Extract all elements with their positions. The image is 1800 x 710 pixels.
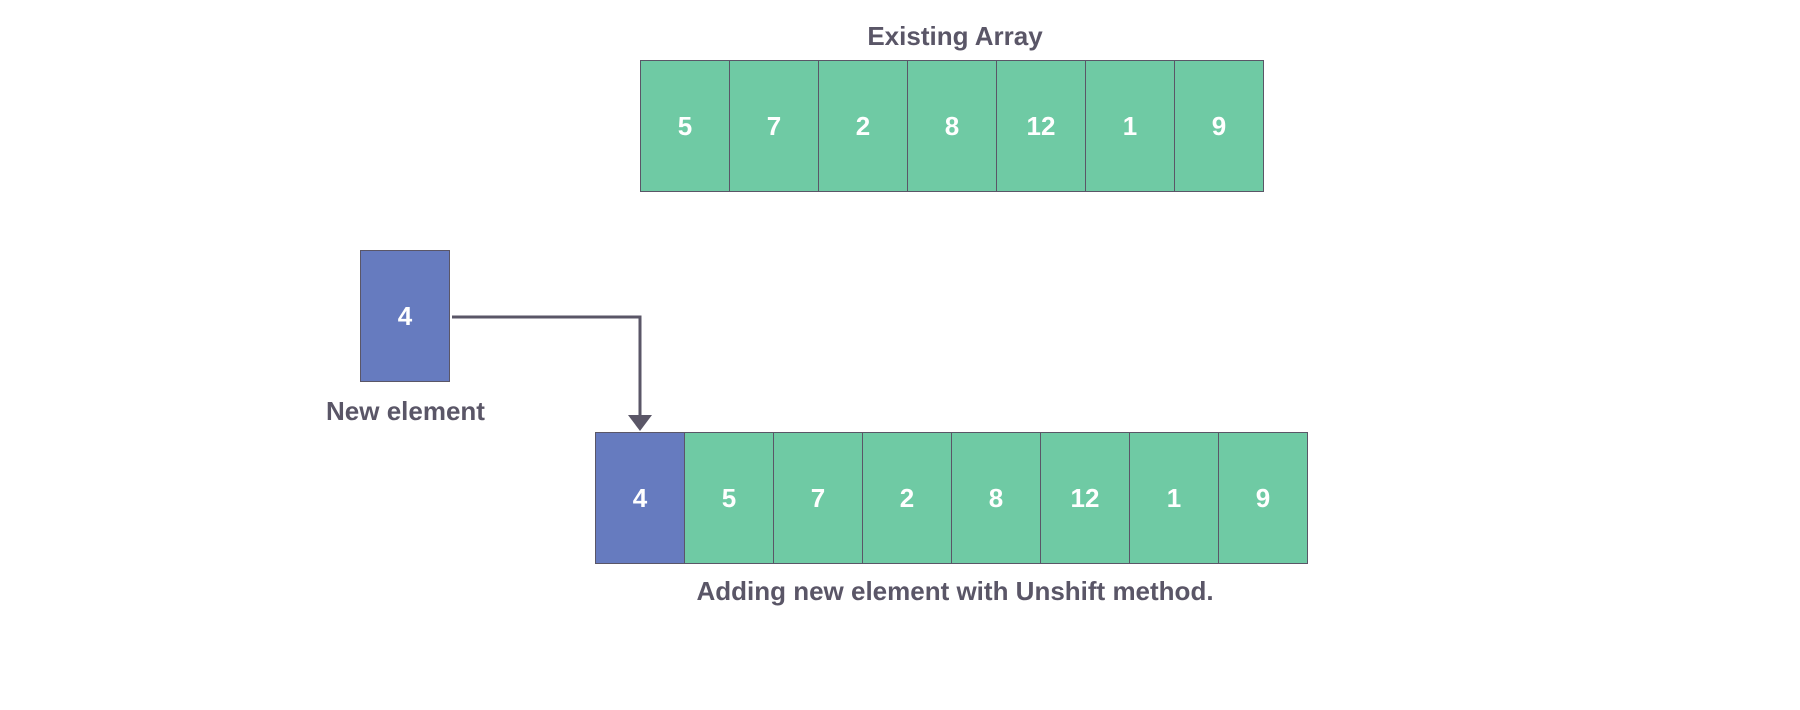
array-cell: 2 bbox=[818, 60, 908, 192]
array-cell: 5 bbox=[640, 60, 730, 192]
array-cell: 9 bbox=[1174, 60, 1264, 192]
result-array-label: Adding new element with Unshift method. bbox=[595, 575, 1315, 609]
array-cell: 8 bbox=[951, 432, 1041, 564]
new-element-label: New element bbox=[298, 395, 513, 429]
array-cell: 7 bbox=[729, 60, 819, 192]
array-cell: 9 bbox=[1218, 432, 1308, 564]
array-cell: 1 bbox=[1085, 60, 1175, 192]
array-cell: 12 bbox=[996, 60, 1086, 192]
array-cell: 1 bbox=[1129, 432, 1219, 564]
result-array-row: 4 5 7 2 8 12 1 9 bbox=[595, 432, 1308, 564]
array-cell: 5 bbox=[684, 432, 774, 564]
array-cell: 8 bbox=[907, 60, 997, 192]
existing-array-row: 5 7 2 8 12 1 9 bbox=[640, 60, 1264, 192]
new-element-cell-container: 4 bbox=[360, 250, 450, 382]
new-element-cell: 4 bbox=[360, 250, 450, 382]
array-cell: 4 bbox=[595, 432, 685, 564]
array-cell: 2 bbox=[862, 432, 952, 564]
array-cell: 12 bbox=[1040, 432, 1130, 564]
existing-array-label: Existing Array bbox=[640, 20, 1270, 54]
array-cell: 7 bbox=[773, 432, 863, 564]
